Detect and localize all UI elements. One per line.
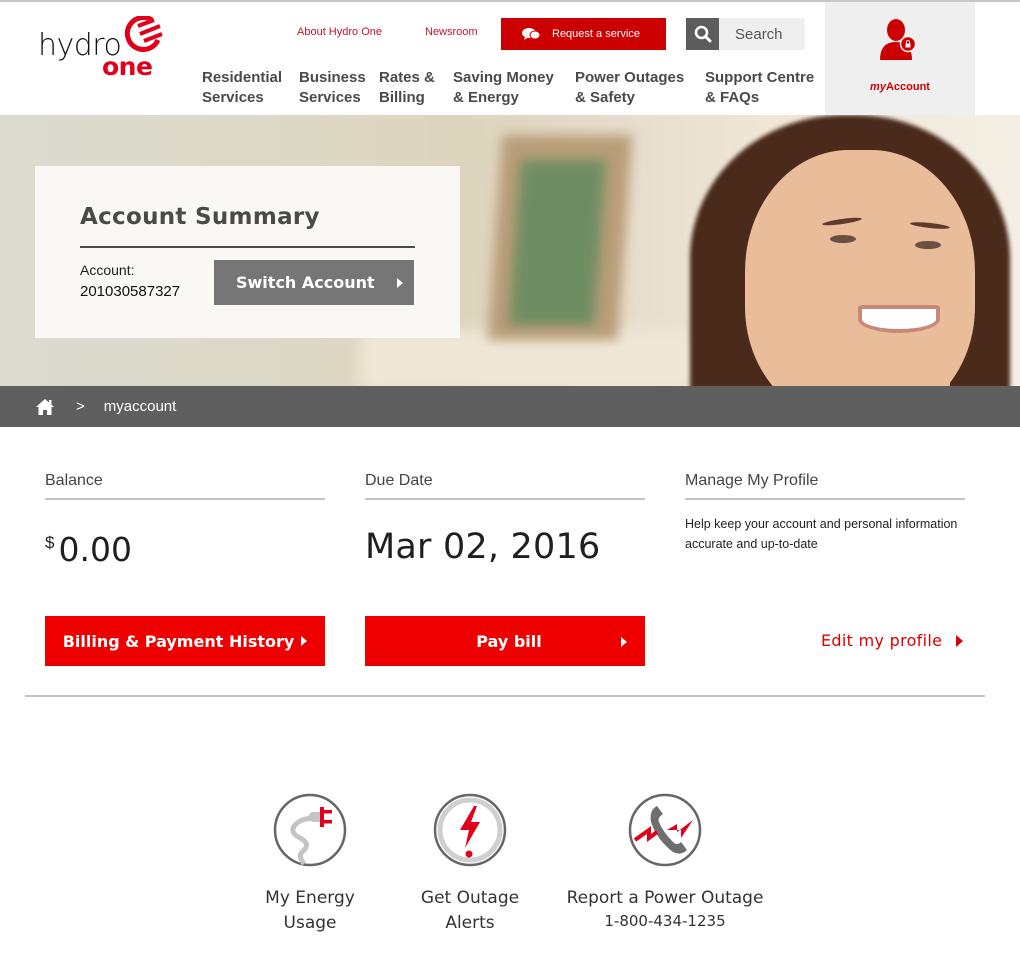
my-energy-usage-label: My Energy Usage: [265, 888, 355, 933]
account-summary-card: Account Summary Account: 201030587327 Sw…: [35, 166, 460, 338]
edit-profile-label: Edit my profile: [821, 631, 943, 650]
site-header: hydro one About Hydro One Newsroom Reque…: [0, 2, 1020, 115]
nav-residential-services[interactable]: Residential Services: [202, 68, 299, 108]
my-energy-usage-link[interactable]: My Energy Usage: [250, 792, 370, 936]
pay-bill-label: Pay bill: [476, 631, 542, 651]
caret-right-icon: [396, 277, 403, 288]
breadcrumb: > myaccount: [0, 386, 1020, 427]
nav-business-services[interactable]: Business Services: [299, 68, 379, 108]
search-button[interactable]: [686, 18, 719, 50]
manage-profile-section: Manage My Profile Help keep your account…: [685, 472, 965, 551]
lightning-alert-icon: [433, 793, 507, 867]
switch-account-button[interactable]: Switch Account: [214, 260, 414, 305]
balance-value: $ 0.00: [45, 530, 132, 569]
phone-outage-icon: [628, 793, 702, 867]
switch-account-label: Switch Account: [236, 273, 375, 292]
myaccount-label-prefix: my: [870, 81, 886, 93]
manage-profile-description: Help keep your account and personal info…: [685, 517, 958, 551]
myaccount-label-suffix: Account: [885, 81, 930, 93]
hero-photo-woman-face: [745, 150, 975, 386]
newsroom-link[interactable]: Newsroom: [425, 26, 478, 38]
breadcrumb-current: myaccount: [103, 398, 177, 415]
search-input[interactable]: [719, 25, 799, 43]
logo-mark-icon: [124, 16, 163, 52]
chat-bubbles-icon: [522, 28, 541, 40]
section-divider: [25, 695, 985, 697]
nav-power-outages-safety[interactable]: Power Outages & Safety: [575, 68, 705, 108]
request-service-button[interactable]: Request a service: [501, 18, 666, 50]
hero-photo-smile: [858, 305, 940, 333]
nav-saving-money-energy[interactable]: Saving Money & Energy: [453, 68, 575, 108]
myaccount-label: myAccount: [825, 81, 975, 93]
home-icon[interactable]: [35, 398, 55, 416]
account-number: 201030587327: [80, 283, 181, 300]
user-lock-icon: [880, 19, 917, 60]
balance-heading: Balance: [45, 472, 325, 500]
request-service-label: Request a service: [552, 28, 641, 40]
pay-bill-button[interactable]: Pay bill: [365, 616, 645, 666]
hero-photo-frame-inner: [509, 160, 606, 325]
account-summary-title: Account Summary: [80, 204, 320, 230]
due-date-heading: Due Date: [365, 472, 645, 500]
due-date-section: Due Date Mar 02, 2016: [365, 472, 645, 567]
account-label: Account:: [80, 262, 135, 278]
get-outage-alerts-link[interactable]: Get Outage Alerts: [410, 792, 530, 936]
hero-photo-eye: [830, 235, 856, 243]
report-power-outage-link[interactable]: Report a Power Outage 1-800-434-1235: [560, 792, 770, 931]
hero-banner: Account Summary Account: 201030587327 Sw…: [0, 115, 1020, 386]
outage-phone-number[interactable]: 1-800-434-1235: [560, 911, 770, 931]
balance-amount: 0.00: [58, 530, 132, 569]
summary-divider: [80, 246, 415, 248]
report-power-outage-label: Report a Power Outage: [566, 888, 764, 908]
caret-right-icon: [621, 637, 627, 647]
main-nav: Residential Services Business Services R…: [202, 68, 825, 108]
edit-profile-link[interactable]: Edit my profile: [821, 631, 964, 650]
logo-word-one: one: [102, 52, 153, 81]
get-outage-alerts-label: Get Outage Alerts: [420, 888, 520, 933]
hydro-one-logo[interactable]: hydro one: [38, 16, 168, 84]
billing-payment-history-button[interactable]: Billing & Payment History: [45, 616, 325, 666]
about-hydro-one-link[interactable]: About Hydro One: [297, 26, 382, 38]
manage-profile-heading: Manage My Profile: [685, 472, 965, 500]
due-date-value: Mar 02, 2016: [365, 527, 601, 567]
billing-payment-history-label: Billing & Payment History: [62, 631, 295, 651]
plug-icon: [273, 793, 347, 867]
breadcrumb-separator: >: [76, 398, 85, 415]
caret-right-icon: [301, 636, 308, 646]
myaccount-button[interactable]: myAccount: [825, 2, 975, 115]
nav-support-centre-faqs[interactable]: Support Centre & FAQs: [705, 68, 825, 108]
search-box: [686, 18, 805, 50]
nav-rates-billing[interactable]: Rates & Billing: [379, 68, 453, 108]
hero-photo-eye: [915, 241, 941, 249]
currency-symbol: $: [45, 533, 55, 552]
balance-section: Balance $ 0.00: [45, 472, 325, 569]
caret-right-icon: [956, 634, 964, 647]
search-icon: [694, 25, 711, 43]
